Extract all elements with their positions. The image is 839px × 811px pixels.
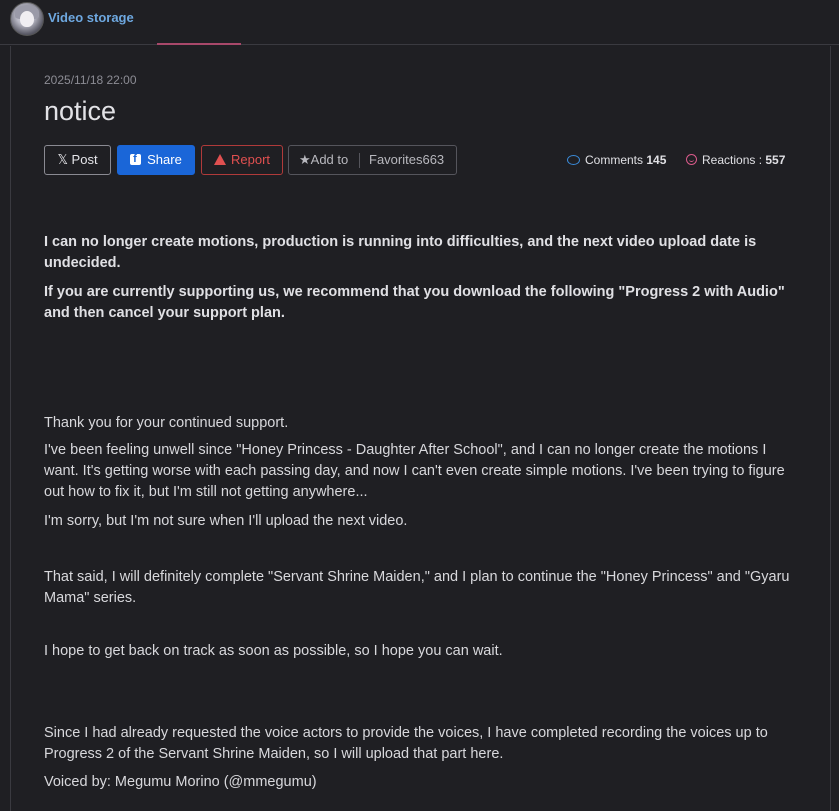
notice-paragraph-1: I can no longer create motions, producti… xyxy=(44,234,757,271)
comments-label: Comments xyxy=(585,153,644,167)
favorites-divider xyxy=(359,153,360,168)
site-title-link[interactable]: Video storage xyxy=(48,10,134,25)
reactions-label: Reactions : xyxy=(702,153,763,167)
body-paragraph-voices: Since I had already requested the voice … xyxy=(44,725,768,762)
favorites-count: Favorites663 xyxy=(369,152,445,167)
post-container: 2025/11/18 22:00 notice 𝕏 Post Share Rep… xyxy=(10,46,831,811)
reactions-link[interactable]: Reactions : 557 xyxy=(686,153,785,167)
smiley-icon xyxy=(686,154,697,165)
body-paragraph-unwell: I've been feeling unwell since "Honey Pr… xyxy=(44,442,785,500)
avatar-icon[interactable] xyxy=(10,2,44,36)
share-button-label: Share xyxy=(147,152,182,167)
post-date: 2025/11/18 22:00 xyxy=(44,73,137,87)
body-paragraph-voiced-by: Voiced by: Megumu Morino (@mmegumu) xyxy=(44,774,317,790)
comment-bubble-icon xyxy=(567,155,580,165)
share-button[interactable]: Share xyxy=(117,145,195,175)
post-to-x-button[interactable]: 𝕏 Post xyxy=(44,145,111,175)
x-logo-icon: 𝕏 xyxy=(57,152,68,167)
warning-icon xyxy=(213,154,226,165)
report-button[interactable]: Report xyxy=(201,145,283,175)
body-paragraph-complete: That said, I will definitely complete "S… xyxy=(44,569,790,606)
body-paragraph-hope: I hope to get back on track as soon as p… xyxy=(44,643,503,659)
comments-link[interactable]: Comments 145 xyxy=(567,153,666,167)
report-button-label: Report xyxy=(230,152,271,167)
reactions-count: 557 xyxy=(765,153,786,167)
add-to-group: ★Add to xyxy=(299,146,348,174)
add-to-favorites-button[interactable]: ★Add to Favorites663 xyxy=(288,145,457,175)
add-to-label: Add to xyxy=(310,152,349,167)
top-nav-bar: Video storage xyxy=(0,0,839,45)
body-paragraph-sorry: I'm sorry, but I'm not sure when I'll up… xyxy=(44,513,408,529)
post-button-label: Post xyxy=(71,152,98,167)
facebook-icon xyxy=(130,151,142,167)
star-icon: ★ xyxy=(299,152,311,167)
body-paragraph-thanks: Thank you for your continued support. xyxy=(44,415,289,431)
active-tab-indicator xyxy=(157,43,241,45)
comments-count: 145 xyxy=(646,153,667,167)
post-title: notice xyxy=(44,96,117,126)
avatar-face xyxy=(20,11,34,27)
notice-paragraph-2: If you are currently supporting us, we r… xyxy=(44,284,785,321)
